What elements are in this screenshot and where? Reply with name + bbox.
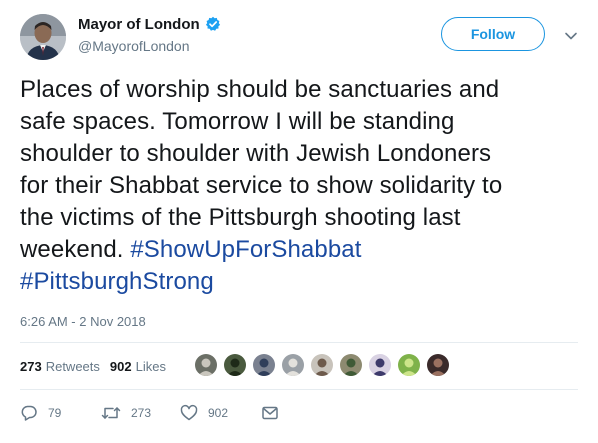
retweets-count: 273 — [20, 358, 42, 374]
tweet-text-line: for their Shabbat service to show solida… — [20, 170, 580, 202]
liker-avatar[interactable] — [195, 354, 217, 376]
tweet-text-line: safe spaces. Tomorrow I will be standing — [20, 106, 580, 138]
tweet-text-segment: weekend. — [20, 236, 131, 263]
retweets-label: Retweets — [45, 358, 100, 374]
like-button[interactable]: 902 — [180, 402, 228, 424]
likes-label: Likes — [135, 358, 166, 374]
chevron-down-icon[interactable] — [564, 28, 578, 40]
liker-avatar[interactable] — [253, 354, 275, 376]
tweet-text: Places of worship should be sanctuaries … — [20, 74, 580, 298]
tweet-text-segment: shoulder to shoulder with Jewish Londone… — [20, 140, 492, 167]
tweet-text-line: weekend. #ShowUpForShabbat — [20, 234, 580, 266]
tweet-text-segment: the victims of the Pittsburgh shooting l… — [20, 204, 461, 231]
retweet-count: 273 — [131, 406, 152, 420]
follow-button[interactable]: Follow — [441, 17, 545, 51]
liker-avatar[interactable] — [282, 354, 304, 376]
likes-stat[interactable]: 902 Likes — [110, 359, 166, 374]
reply-count: 79 — [48, 406, 62, 420]
tweet-text-segment: safe spaces. Tomorrow I will be standing — [20, 108, 455, 135]
heart-icon — [180, 404, 198, 422]
liker-avatars — [195, 354, 456, 376]
author-avatar[interactable] — [20, 14, 66, 60]
tweet-stats: 273 Retweets 902 Likes — [20, 356, 176, 376]
tweet-actions: 79 273 902 — [20, 402, 320, 424]
tweet-text-line: the victims of the Pittsburgh shooting l… — [20, 202, 580, 234]
like-count: 902 — [208, 406, 229, 420]
hashtag-link[interactable]: #ShowUpForShabbat — [130, 236, 361, 263]
tweet-text-line: #PittsburghStrong — [20, 266, 580, 298]
tweet-text-line: Places of worship should be sanctuaries … — [20, 74, 580, 106]
likes-count: 902 — [109, 358, 132, 374]
liker-avatar[interactable] — [398, 354, 420, 376]
tweet-text-segment: Places of worship should be sanctuaries … — [20, 76, 500, 103]
retweet-button[interactable]: 273 — [101, 402, 151, 424]
liker-avatar[interactable] — [311, 354, 333, 376]
envelope-icon — [261, 404, 279, 422]
author-handle[interactable]: @MayorofLondon — [78, 38, 190, 54]
reply-button[interactable]: 79 — [20, 402, 61, 424]
divider — [20, 342, 578, 343]
divider — [20, 389, 578, 390]
retweet-icon — [101, 404, 121, 422]
reply-icon — [20, 404, 38, 422]
author-display-name[interactable]: Mayor of London — [78, 16, 200, 33]
tweet-text-line: shoulder to shoulder with Jewish Londone… — [20, 138, 580, 170]
liker-avatar[interactable] — [340, 354, 362, 376]
tweet-text-segment: for their Shabbat service to show solida… — [20, 172, 503, 199]
author-name-row[interactable]: Mayor of London — [78, 14, 221, 34]
hashtag-link[interactable]: #PittsburghStrong — [20, 268, 214, 295]
tweet-card: Mayor of London @MayorofLondon Follow Pl… — [0, 0, 598, 443]
verified-badge-icon — [205, 16, 221, 32]
tweet-timestamp[interactable]: 6:26 AM - 2 Nov 2018 — [20, 314, 146, 329]
retweets-stat[interactable]: 273 Retweets — [20, 359, 100, 374]
direct-message-button[interactable] — [261, 402, 279, 424]
liker-avatar[interactable] — [224, 354, 246, 376]
liker-avatar[interactable] — [369, 354, 391, 376]
liker-avatar[interactable] — [427, 354, 449, 376]
